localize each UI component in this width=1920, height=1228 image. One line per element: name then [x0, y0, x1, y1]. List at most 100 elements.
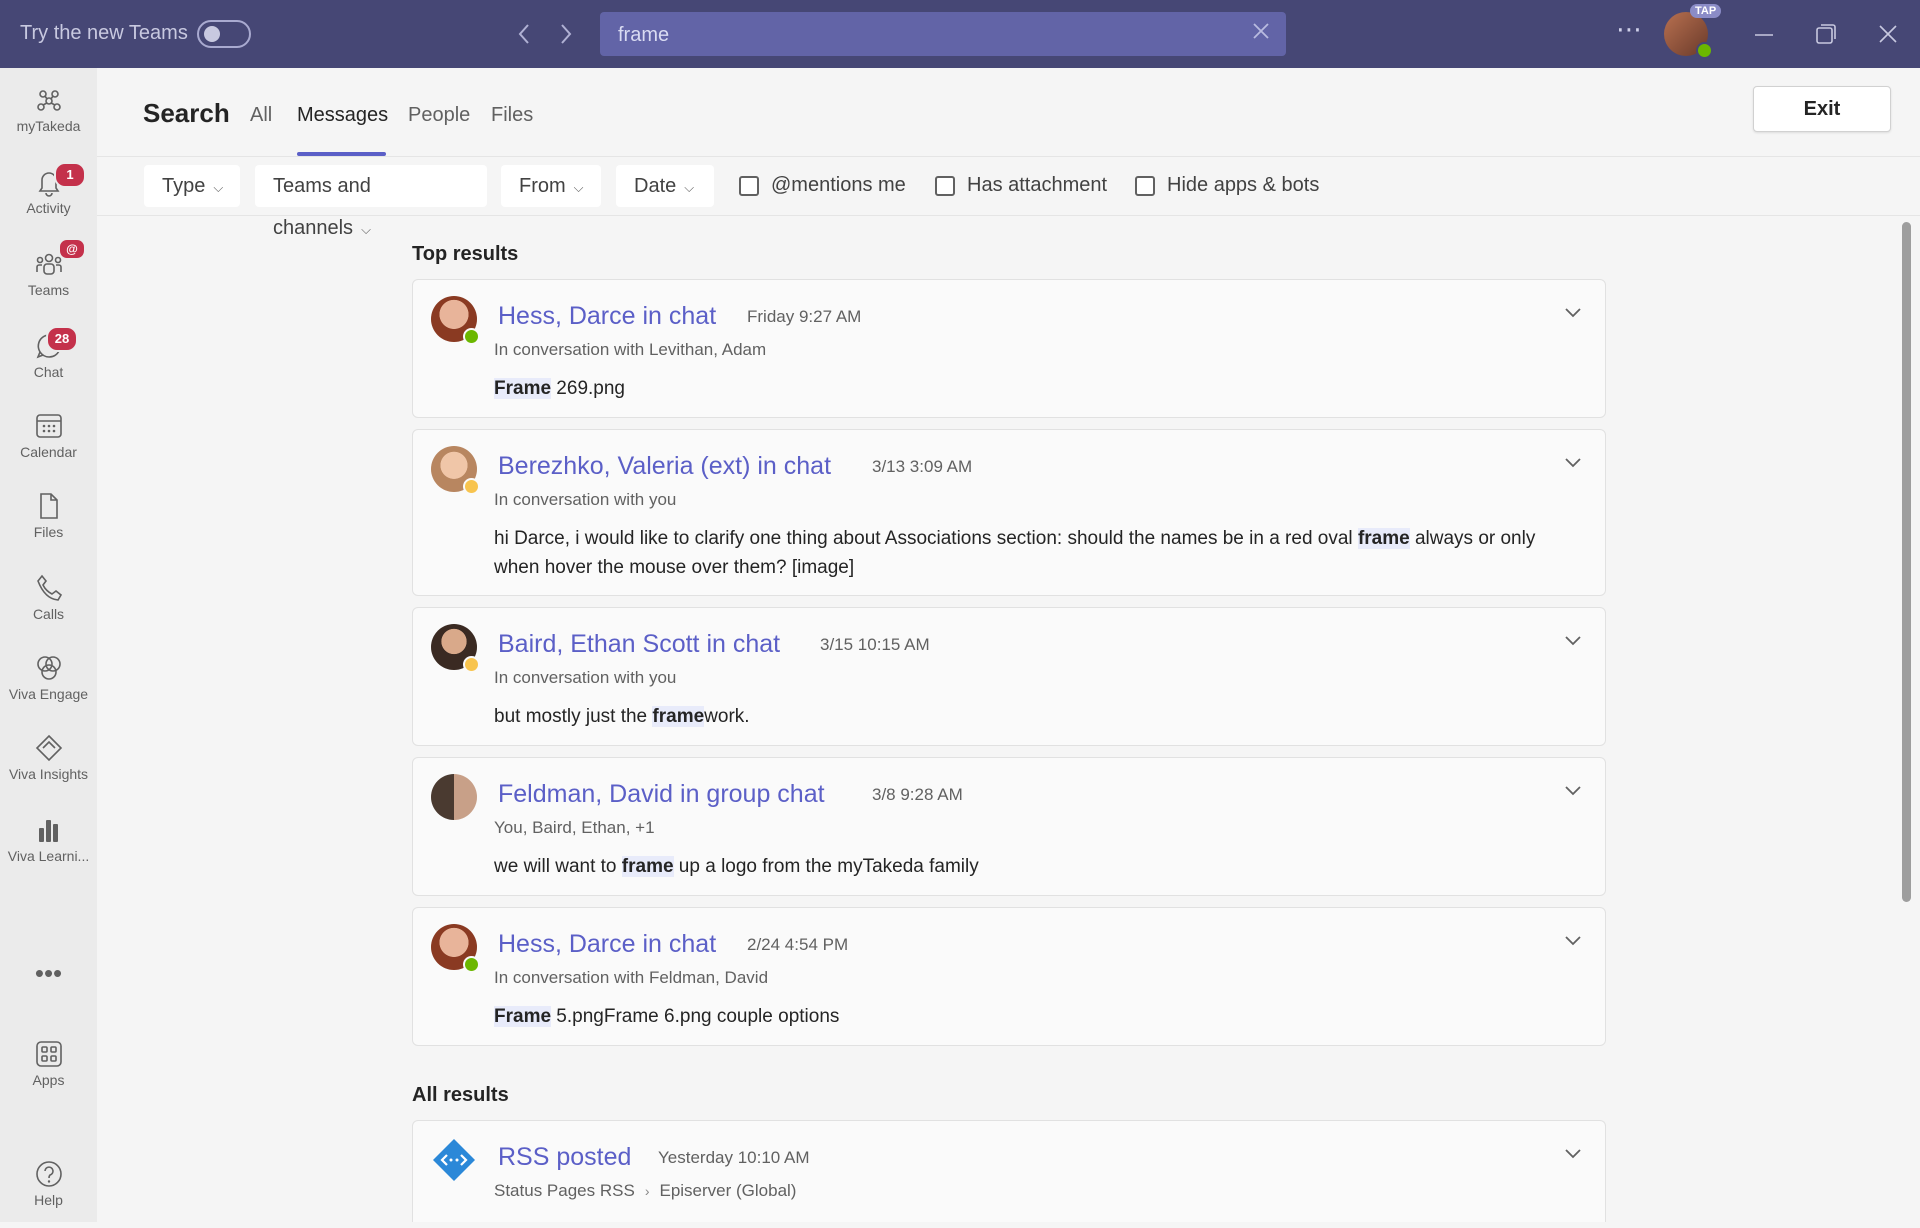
filter-bar: Type ⌵ Teams and channels ⌵ From ⌵ Date ⌵ @m… [97, 157, 1920, 239]
dropdown-label: Teams and channels [273, 175, 371, 239]
try-new-teams-label: Try the new Teams [20, 22, 188, 44]
dropdown-label: Date [634, 175, 677, 197]
rail-item-mytakeda[interactable]: myTakeda [0, 74, 97, 154]
snippet-text: we will want to [494, 856, 622, 877]
results-scrollbar[interactable] [1902, 222, 1911, 902]
result-context: In conversation with you [494, 668, 677, 687]
expand-chevron-icon[interactable] [1563, 780, 1583, 800]
close-icon[interactable] [1876, 22, 1900, 46]
more-apps-icon[interactable]: ••• [0, 958, 97, 989]
teams-channels-filter-dropdown[interactable]: Teams and channels ⌵ [255, 165, 487, 239]
from-filter-dropdown[interactable]: From ⌵ [501, 165, 601, 207]
checkbox-box[interactable] [935, 176, 955, 196]
snippet-text: but mostly just the [494, 706, 653, 727]
result-title[interactable]: Hess, Darce in chat [498, 930, 716, 959]
rail-label: Chat [33, 364, 64, 380]
rail-label: Viva Engage [8, 686, 89, 702]
rail-label: Teams [27, 282, 70, 298]
date-filter-dropdown[interactable]: Date ⌵ [616, 165, 714, 207]
has-attachment-checkbox[interactable]: Has attachment [935, 174, 1107, 197]
expand-chevron-icon[interactable] [1563, 302, 1583, 322]
result-context: In conversation with Feldman, David [494, 968, 769, 987]
file-icon [39, 493, 58, 519]
rail-item-viva-engage[interactable]: Viva Engage [0, 642, 97, 722]
rail-item-viva-insights[interactable]: Viva Insights [0, 722, 97, 802]
search-header: Search All Messages People Files Exit [97, 68, 1920, 157]
result-snippet: but mostly just the framework. [494, 702, 1574, 731]
expand-chevron-icon[interactable] [1563, 930, 1583, 950]
rss-connector-icon [433, 1139, 475, 1181]
rail-item-chat[interactable]: Chat 28 [0, 320, 97, 400]
rail-item-viva-learning[interactable]: Viva Learni... [0, 804, 97, 884]
rail-label: Activity [26, 200, 71, 216]
rail-item-files[interactable]: Files [0, 480, 97, 560]
tab-messages[interactable]: Messages [297, 104, 388, 127]
expand-chevron-icon[interactable] [1563, 1143, 1583, 1163]
result-breadcrumb: Status Pages RSS › Episerver (Global) [494, 1181, 796, 1201]
page-title: Search [143, 98, 230, 128]
search-input[interactable] [616, 20, 1220, 50]
chevron-down-icon: ⌵ [361, 222, 371, 237]
all-results-heading: All results [412, 1084, 509, 1106]
rail-label: Viva Learni... [7, 848, 90, 864]
rail-item-activity[interactable]: Activity 1 [0, 156, 97, 236]
result-card[interactable]: RSS posted Yesterday 10:10 AM Status Pag… [412, 1120, 1606, 1222]
mentions-me-checkbox[interactable]: @mentions me [739, 174, 906, 197]
hide-apps-bots-checkbox[interactable]: Hide apps & bots [1135, 174, 1319, 197]
profile-status-icon [1696, 42, 1713, 59]
snippet-text: 5.pngFrame 6.png couple options [551, 1006, 840, 1027]
restore-icon[interactable] [1814, 22, 1838, 46]
rail-item-calendar[interactable]: Calendar [0, 400, 97, 480]
snippet-text: work. [704, 706, 750, 727]
result-title[interactable]: RSS posted [498, 1143, 631, 1172]
type-filter-dropdown[interactable]: Type ⌵ [144, 165, 240, 207]
expand-chevron-icon[interactable] [1563, 630, 1583, 650]
back-arrow-icon[interactable] [516, 22, 532, 46]
clear-search-icon[interactable] [1250, 20, 1272, 42]
result-card[interactable]: Baird, Ethan Scott in chat 3/15 10:15 AM… [412, 607, 1606, 746]
result-card[interactable]: Berezhko, Valeria (ext) in chat 3/13 3:0… [412, 429, 1606, 596]
result-title[interactable]: Hess, Darce in chat [498, 302, 716, 331]
rail-item-apps[interactable]: Apps [0, 1028, 97, 1108]
tab-all[interactable]: All [250, 104, 272, 127]
new-teams-toggle[interactable] [197, 20, 251, 48]
dropdown-label: From [519, 175, 566, 197]
rail-item-calls[interactable]: Calls [0, 562, 97, 642]
rail-label: Calls [32, 606, 65, 622]
rail-label: Files [33, 524, 64, 540]
result-time: 2/24 4:54 PM [747, 935, 849, 954]
tab-files[interactable]: Files [491, 104, 533, 127]
result-time: Yesterday 10:10 AM [658, 1148, 810, 1167]
checkbox-box[interactable] [739, 176, 759, 196]
tab-people[interactable]: People [408, 104, 470, 127]
rail-item-teams[interactable]: Teams @ [0, 238, 97, 318]
result-title[interactable]: Berezhko, Valeria (ext) in chat [498, 452, 831, 481]
chevron-down-icon: ⌵ [573, 180, 584, 195]
exit-button[interactable]: Exit [1753, 86, 1891, 132]
forward-arrow-icon[interactable] [558, 22, 574, 46]
rail-label: Calendar [20, 444, 77, 460]
chevron-down-icon: ⌵ [213, 180, 224, 195]
minimize-icon[interactable] [1752, 22, 1776, 46]
toggle-knob [204, 26, 220, 42]
more-options-icon[interactable]: ⋯ [1616, 14, 1643, 45]
global-search-box[interactable] [600, 12, 1286, 56]
status-away-icon [463, 478, 480, 495]
result-title[interactable]: Feldman, David in group chat [498, 780, 825, 809]
result-card[interactable]: Hess, Darce in chat Friday 9:27 AM In co… [412, 279, 1606, 418]
breadcrumb-target: Episerver (Global) [659, 1181, 797, 1200]
result-title[interactable]: Baird, Ethan Scott in chat [498, 630, 780, 659]
result-card[interactable]: Hess, Darce in chat 2/24 4:54 PM In conv… [412, 907, 1606, 1046]
result-snippet: Frame 5.pngFrame 6.png couple options [494, 1002, 1574, 1031]
checkbox-box[interactable] [1135, 176, 1155, 196]
snippet-highlight: frame [652, 706, 705, 727]
result-card[interactable]: Feldman, David in group chat 3/8 9:28 AM… [412, 757, 1606, 896]
rail-item-help[interactable]: Help [0, 1148, 97, 1228]
result-snippet: Frame 269.png [494, 374, 1574, 403]
expand-chevron-icon[interactable] [1563, 452, 1583, 472]
rail-label: Apps [32, 1072, 65, 1088]
top-results-heading: Top results [412, 243, 519, 265]
chat-badge: 28 [46, 326, 78, 352]
status-available-icon [463, 956, 480, 973]
tap-badge: TAP [1690, 4, 1722, 18]
